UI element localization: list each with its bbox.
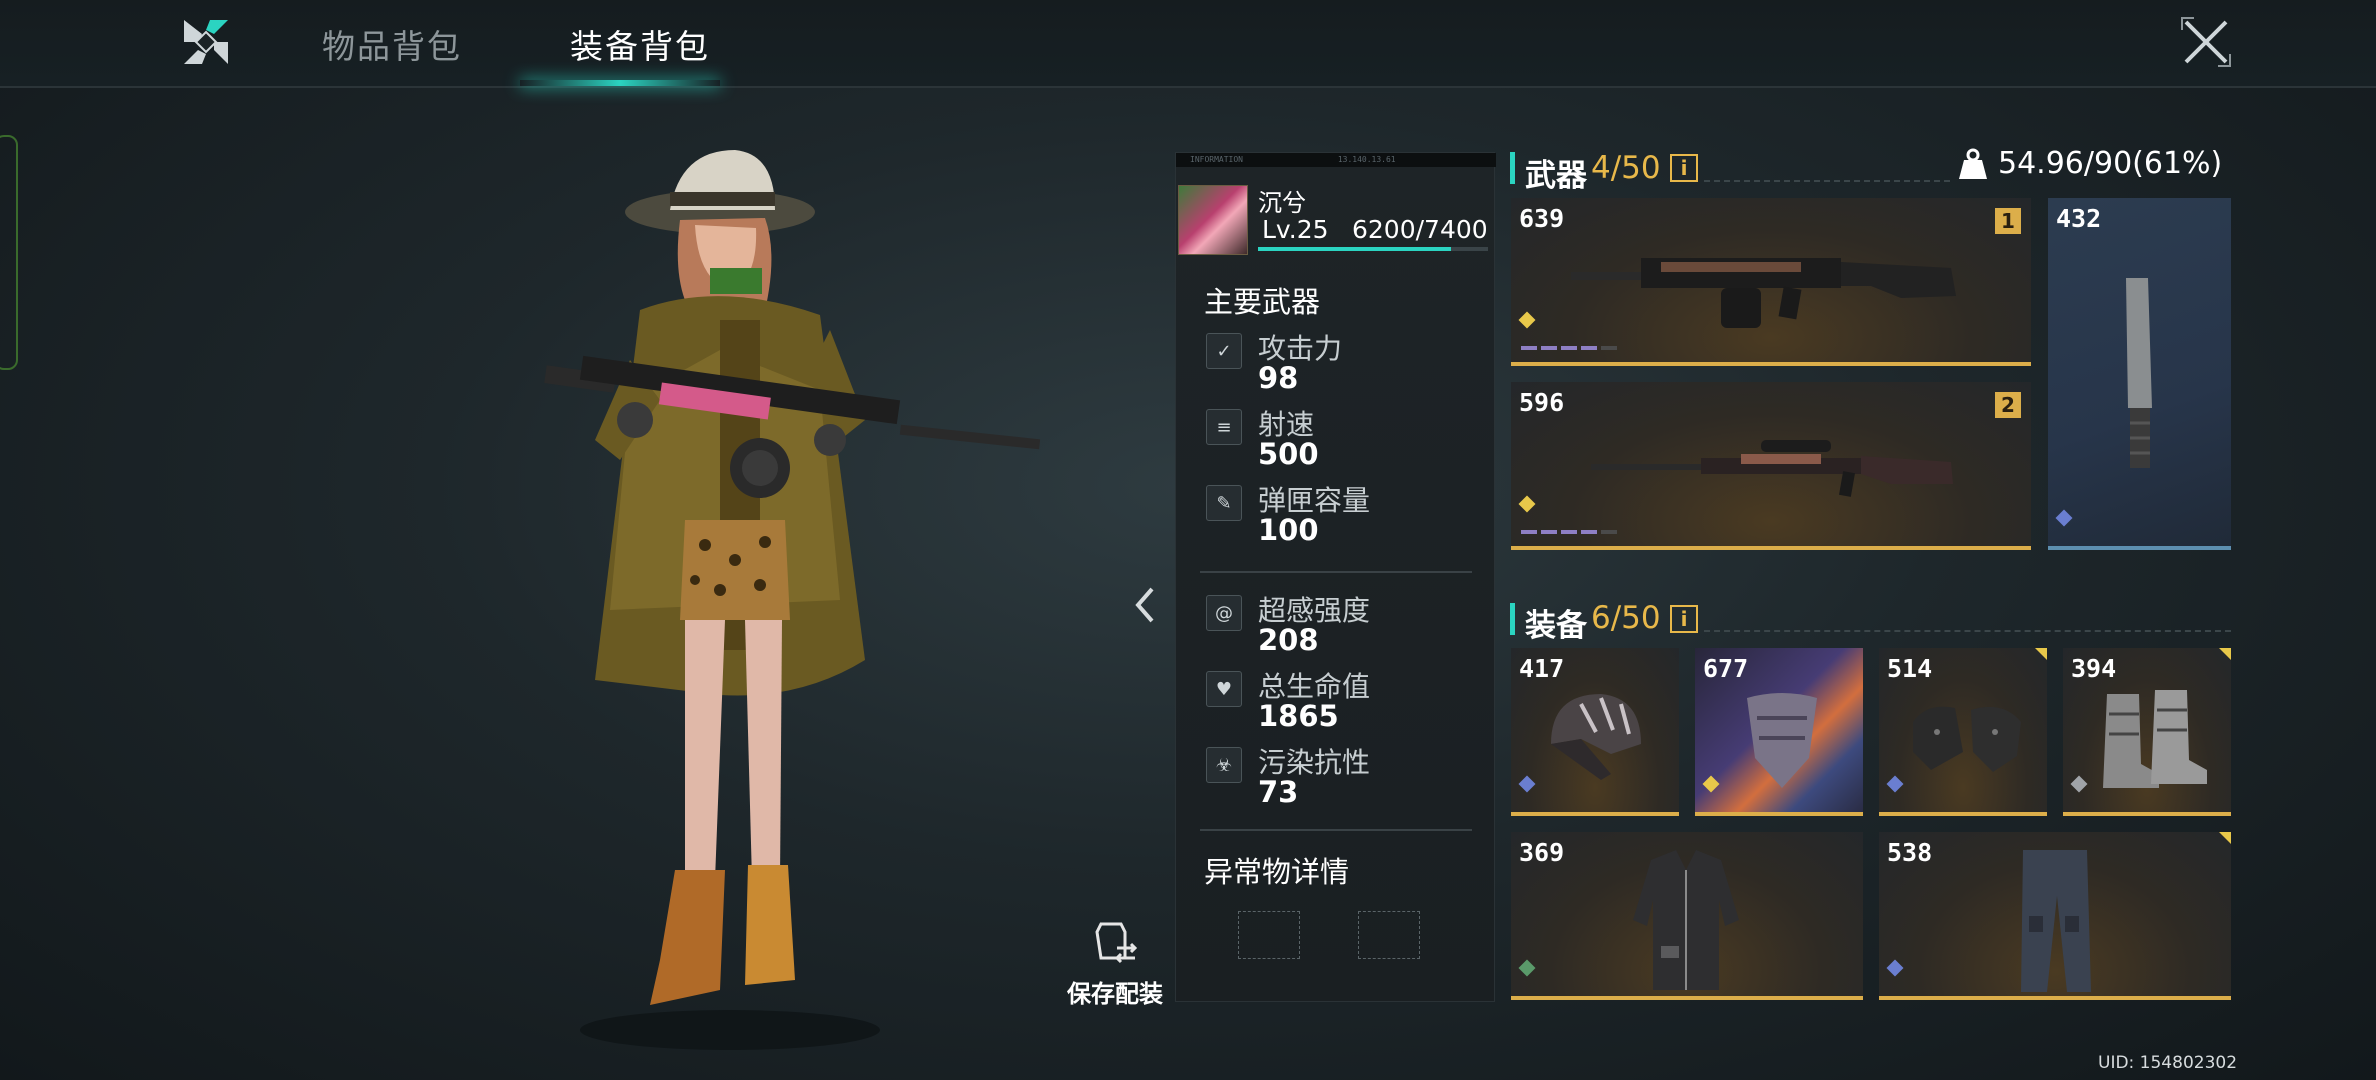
slot-badge: 1 — [1995, 208, 2021, 234]
exp-progress-bar — [1258, 247, 1488, 251]
panel-strip-code: 13.140.13.61 — [1337, 155, 1396, 164]
weapon-id: 639 — [1519, 204, 1565, 233]
section-divider — [1704, 180, 1950, 182]
magazine-value: 100 — [1258, 513, 1319, 547]
rarity-gem-icon — [1518, 775, 1536, 793]
gear-card-mask[interactable]: 677 — [1695, 648, 1863, 816]
rarity-gem-icon — [2055, 509, 2073, 527]
gear-card-gloves[interactable]: 514 — [1879, 648, 2047, 816]
psi-value: 208 — [1258, 623, 1319, 657]
player-level: Lv.25 — [1262, 215, 1329, 244]
heart-icon: ♥ — [1206, 671, 1242, 707]
rarity-gem-icon — [1518, 959, 1536, 977]
rarity-gem-icon — [1886, 775, 1904, 793]
weapons-count: 4/50 — [1591, 150, 1661, 186]
assault-rifle-icon — [1571, 258, 1956, 328]
mod-slots — [1521, 346, 1617, 350]
weapon-card-432[interactable]: 432 — [2048, 198, 2231, 550]
rarity-gem-icon — [2070, 775, 2088, 793]
game-logo-icon[interactable] — [180, 16, 232, 68]
gear-card-pants[interactable]: 538 — [1879, 832, 2231, 1000]
rarity-gem-icon — [1886, 959, 1904, 977]
gear-id: 394 — [2071, 654, 2117, 683]
weapon-id: 596 — [1519, 388, 1565, 417]
avatar[interactable] — [1178, 185, 1248, 255]
section-divider — [1704, 630, 2231, 632]
save-loadout-label: 保存配装 — [1067, 980, 1163, 1008]
weapons-title: 武器 — [1525, 158, 1587, 194]
gear-id: 369 — [1519, 838, 1565, 867]
fire-rate-icon: ≡ — [1206, 409, 1242, 445]
mod-slots — [1521, 530, 1617, 534]
magazine-icon: ✎ — [1206, 485, 1242, 521]
gear-card-helmet[interactable]: 417 — [1511, 648, 1679, 816]
gear-id: 417 — [1519, 654, 1565, 683]
pollution-resist-value: 73 — [1258, 775, 1299, 809]
attack-value: 98 — [1258, 361, 1299, 395]
save-loadout-icon — [1095, 922, 1138, 964]
weapon-id: 432 — [2056, 204, 2102, 233]
tab-equipment-bag[interactable]: 装备背包 — [570, 20, 710, 68]
new-item-marker — [2035, 648, 2047, 660]
slot-badge: 2 — [1995, 392, 2021, 418]
anomaly-slot[interactable] — [1358, 911, 1420, 959]
panel-info-strip: INFORMATION 13.140.13.61 — [1176, 153, 1496, 167]
new-item-marker — [2219, 648, 2231, 660]
new-item-marker — [2219, 832, 2231, 844]
boots-icon — [2103, 690, 2207, 788]
stats-divider — [1200, 571, 1472, 573]
gear-title: 装备 — [1525, 608, 1587, 644]
gear-section-marker — [1510, 603, 1515, 635]
rarity-gem-icon — [1518, 495, 1536, 513]
weapon-card-596[interactable]: 596 2 — [1511, 382, 2031, 550]
tab-item-bag[interactable]: 物品背包 — [322, 20, 462, 68]
side-drawer-handle[interactable] — [0, 135, 18, 370]
rarity-gem-icon — [1702, 775, 1720, 793]
face-mask-icon — [1747, 693, 1817, 788]
gear-card-boots[interactable]: 394 — [2063, 648, 2231, 816]
weapons-section-marker — [1510, 152, 1515, 184]
close-icon[interactable] — [2180, 16, 2232, 68]
character-model — [544, 150, 1041, 1050]
weight-icon — [1959, 148, 1987, 179]
chevron-left-icon[interactable] — [1130, 585, 1160, 625]
weapon-card-639[interactable]: 639 1 — [1511, 198, 2031, 366]
carry-weight: 54.96/90(61%) — [1998, 146, 2223, 181]
anomaly-slot[interactable] — [1238, 911, 1300, 959]
gear-id: 514 — [1887, 654, 1933, 683]
user-id: UID: 154802302 — [2098, 1053, 2238, 1073]
stats-divider — [1200, 829, 1472, 831]
save-loadout-button[interactable]: 保存配装 — [1060, 918, 1170, 1009]
primary-weapon-title: 主要武器 — [1204, 285, 1321, 319]
gloves-icon — [1913, 706, 2021, 772]
gear-id: 538 — [1887, 838, 1933, 867]
player-name: 沉兮 — [1258, 189, 1306, 217]
gear-info-icon[interactable]: i — [1670, 605, 1698, 633]
weapons-info-icon[interactable]: i — [1670, 154, 1698, 182]
player-exp: 6200/7400 — [1352, 215, 1488, 244]
top-bar: 物品背包 装备背包 — [0, 0, 2376, 88]
hp-value: 1865 — [1258, 699, 1339, 733]
active-tab-indicator — [520, 80, 720, 86]
pants-icon — [2021, 850, 2091, 992]
gear-id: 677 — [1703, 654, 1749, 683]
sniper-rifle-icon — [1591, 440, 1953, 497]
psi-spiral-icon: @ — [1206, 595, 1242, 631]
panel-strip-label: INFORMATION — [1190, 155, 1243, 164]
anomaly-detail-title[interactable]: 异常物详情 — [1204, 849, 1349, 891]
melee-blade-icon — [2126, 278, 2152, 468]
attack-icon: ✓ — [1206, 333, 1242, 369]
jacket-icon — [1633, 850, 1739, 990]
rarity-gem-icon — [1518, 311, 1536, 329]
biohazard-icon: ☣ — [1206, 747, 1242, 783]
stats-panel: INFORMATION 13.140.13.61 沉兮 Lv.25 6200/7… — [1175, 152, 1496, 1002]
gear-count: 6/50 — [1591, 600, 1661, 636]
helmet-icon — [1551, 694, 1641, 780]
gear-card-jacket[interactable]: 369 — [1511, 832, 1863, 1000]
fire-rate-value: 500 — [1258, 437, 1319, 471]
exp-progress-fill — [1258, 247, 1451, 251]
